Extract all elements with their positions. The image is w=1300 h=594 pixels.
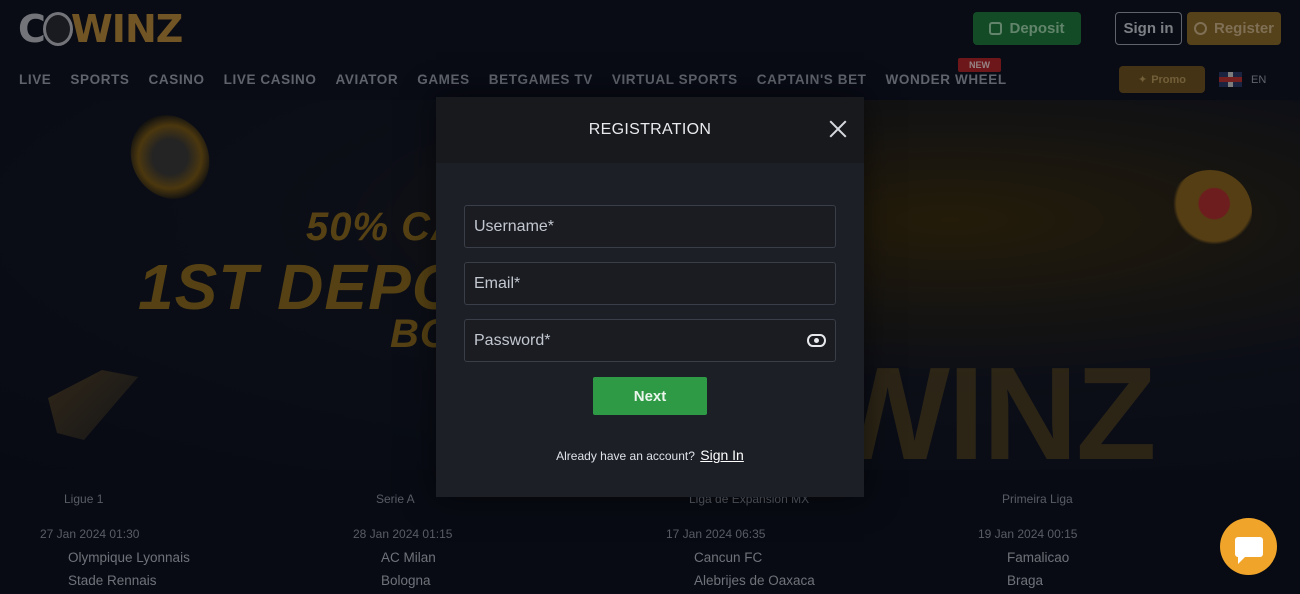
username-input[interactable] xyxy=(474,217,794,236)
password-field[interactable] xyxy=(464,319,836,362)
eye-icon[interactable] xyxy=(807,334,826,347)
signin-prompt-text: Already have an account? xyxy=(556,449,695,463)
live-chat-button[interactable] xyxy=(1220,518,1277,575)
registration-modal: REGISTRATION Next Already have an accoun… xyxy=(436,97,864,497)
close-icon[interactable] xyxy=(828,119,848,139)
next-button[interactable]: Next xyxy=(593,377,707,415)
chat-bubble-icon xyxy=(1234,536,1263,564)
modal-title: REGISTRATION xyxy=(588,121,712,138)
password-input[interactable] xyxy=(474,331,794,350)
username-field[interactable] xyxy=(464,205,836,248)
email-field[interactable] xyxy=(464,262,836,305)
signin-prompt: Already have an account? Sign In xyxy=(436,447,864,463)
email-input[interactable] xyxy=(474,274,794,293)
modal-header: REGISTRATION xyxy=(436,97,864,163)
signin-link[interactable]: Sign In xyxy=(700,447,744,463)
